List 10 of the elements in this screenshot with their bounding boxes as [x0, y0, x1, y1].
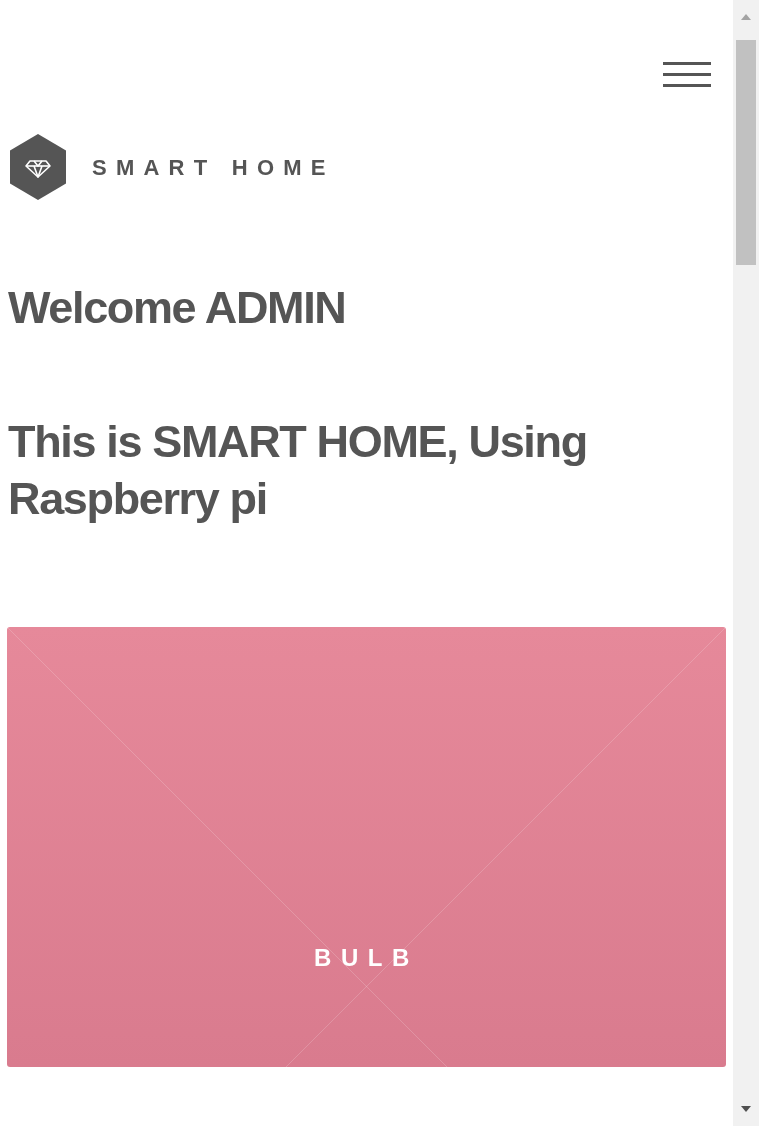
diamond-logo-icon [10, 134, 66, 200]
scrollbar-thumb[interactable] [736, 40, 756, 265]
bulb-card[interactable]: BULB [7, 626, 726, 1067]
scroll-down-icon[interactable] [741, 1106, 751, 1112]
brand-name: SMART HOME [92, 153, 335, 182]
heading: Welcome ADMIN [8, 281, 347, 335]
heading: This is SMART HOME, Using Raspberry pi [8, 415, 588, 526]
card-label: BULB [313, 942, 420, 973]
scroll-up-icon[interactable] [741, 14, 751, 20]
scrollbar[interactable] [733, 0, 759, 1126]
